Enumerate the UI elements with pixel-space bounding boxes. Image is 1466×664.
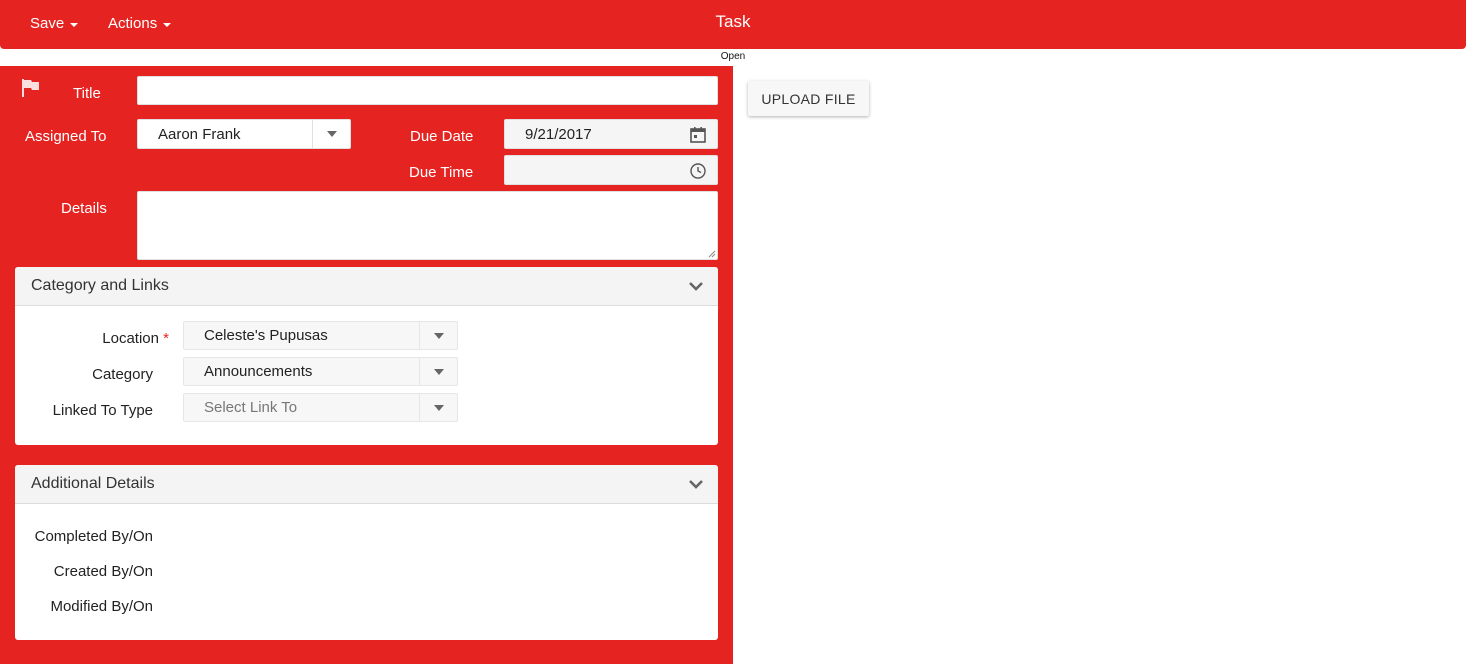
dropdown-toggle[interactable] [312, 120, 350, 148]
details-label: Details [61, 200, 107, 217]
caret-down-icon [326, 131, 337, 137]
top-toolbar: Save Actions Task [0, 0, 1466, 49]
due-date-input[interactable]: 9/21/2017 [504, 119, 718, 149]
category-label: Category [92, 366, 153, 383]
created-by-label: Created By/On [53, 563, 153, 580]
due-date-label: Due Date [410, 128, 474, 145]
dropdown-toggle[interactable] [419, 358, 457, 385]
due-date-value: 9/21/2017 [525, 125, 592, 143]
assigned-to-label: Assigned To [25, 128, 107, 145]
dropdown-toggle[interactable] [419, 394, 457, 421]
due-time-input[interactable] [504, 155, 718, 185]
caret-down-icon [433, 404, 444, 411]
location-label-text: Location [102, 330, 159, 347]
category-links-header[interactable]: Category and Links [15, 267, 718, 306]
location-label: Location * [102, 330, 169, 347]
page-title: Task [715, 12, 751, 31]
modified-by-label: Modified By/On [50, 598, 153, 615]
calendar-icon[interactable] [689, 126, 707, 144]
details-textarea[interactable] [137, 191, 718, 260]
status-text: Open [720, 51, 746, 62]
location-value: Celeste's Pupusas [204, 327, 328, 344]
chevron-down-icon[interactable] [688, 478, 704, 490]
resize-grip-icon[interactable] [708, 250, 716, 258]
chevron-down-icon[interactable] [688, 280, 704, 292]
title-label: Title [73, 85, 101, 102]
upload-file-button[interactable]: UPLOAD FILE [748, 81, 869, 116]
linked-to-type-placeholder: Select Link To [204, 399, 298, 416]
category-links-card: Category and Links Location * Celeste's … [15, 267, 718, 445]
category-links-title: Category and Links [31, 277, 169, 294]
additional-details-title: Additional Details [31, 475, 155, 492]
caret-down-icon [433, 332, 444, 339]
linked-to-type-select[interactable]: Select Link To [183, 393, 458, 422]
location-select[interactable]: Celeste's Pupusas [183, 321, 458, 350]
dropdown-toggle[interactable] [419, 322, 457, 349]
category-select[interactable]: Announcements [183, 357, 458, 386]
clock-icon[interactable] [689, 162, 707, 180]
category-value: Announcements [204, 363, 313, 380]
assigned-to-value: Aaron Frank [158, 125, 241, 143]
title-input[interactable] [137, 76, 718, 105]
completed-by-label: Completed By/On [34, 528, 153, 545]
flag-icon[interactable] [21, 78, 41, 98]
linked-to-type-label: Linked To Type [52, 402, 153, 419]
additional-details-card: Additional Details Completed By/On Creat… [15, 465, 718, 640]
due-time-label: Due Time [409, 164, 474, 181]
caret-down-icon [433, 368, 444, 375]
additional-details-header[interactable]: Additional Details [15, 465, 718, 504]
required-marker: * [163, 330, 169, 347]
assigned-to-select[interactable]: Aaron Frank [137, 119, 351, 149]
